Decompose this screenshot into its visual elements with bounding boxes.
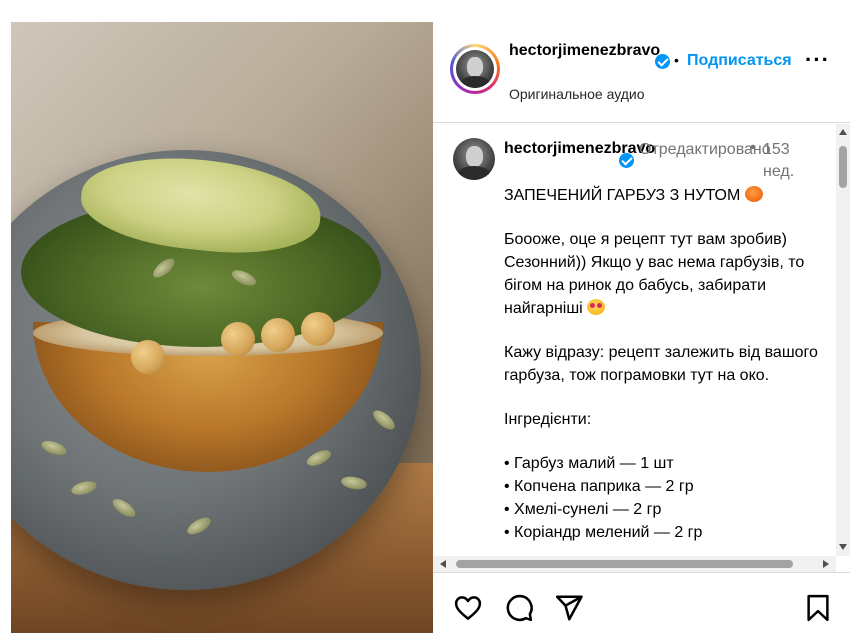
story-ring-gap (453, 47, 497, 91)
story-ring[interactable] (450, 44, 500, 94)
heart-icon[interactable] (453, 593, 483, 623)
scroll-right-arrow-icon[interactable] (823, 560, 829, 568)
caption-gap (504, 207, 824, 228)
horizontal-scroll-thumb[interactable] (456, 560, 793, 568)
ingredient-item: • Копчена паприка — 2 гр (504, 478, 694, 495)
caption-gap (504, 320, 824, 341)
photo-chickpea (261, 318, 295, 352)
avatar[interactable] (456, 50, 494, 88)
caption-paragraph-1: Боооже, оце я рецепт тут вам зробив) Сез… (504, 231, 805, 317)
caption-paragraph-1-line: Боооже, оце я рецепт тут вам зробив) Сез… (504, 228, 824, 320)
photo-chickpea (221, 322, 255, 356)
more-options-icon[interactable]: ··· (805, 49, 831, 71)
photo-chickpea (301, 312, 335, 346)
ingredient-item: • Коріандр мелений — 2 гр (504, 524, 703, 541)
audio-label[interactable]: Оригинальное аудио (509, 86, 645, 102)
ingredient-item: • Хмелі-сунелі — 2 гр (504, 501, 662, 518)
scroll-up-arrow-icon[interactable] (839, 129, 847, 135)
comment-icon[interactable] (504, 593, 534, 623)
caption-title: ЗАПЕЧЕНИЙ ГАРБУЗ З НУТОМ (504, 187, 741, 204)
scroll-left-arrow-icon[interactable] (440, 560, 446, 568)
caption-gap (504, 387, 824, 408)
header-username[interactable]: hectorjimenezbravo (509, 40, 660, 62)
follow-button[interactable]: Подписаться (687, 52, 792, 70)
scroll-down-arrow-icon[interactable] (839, 544, 847, 550)
post-image[interactable] (11, 22, 433, 633)
header-separator: • (674, 52, 679, 68)
verified-badge-icon (619, 153, 634, 168)
caption-username[interactable]: hectorjimenezbravo (504, 138, 655, 160)
ingredients-heading: Інгредієнти: (504, 411, 592, 428)
verified-badge-icon (655, 54, 670, 69)
post-time[interactable]: 153 нед. (763, 139, 799, 183)
post-header: hectorjimenezbravo • Подписаться ··· Ори… (433, 22, 850, 123)
avatar-body (460, 76, 490, 88)
caption-title-line: ЗАПЕЧЕНИЙ ГАРБУЗ З НУТОМ (504, 184, 824, 207)
caption-paragraph-2: Кажу відразу: рецепт залежить від вашого… (504, 344, 818, 384)
caption-gap (504, 431, 824, 452)
vertical-scroll-thumb[interactable] (839, 146, 847, 188)
caption-avatar[interactable] (453, 138, 495, 180)
caption-separator: • (750, 139, 756, 156)
bookmark-icon[interactable] (803, 593, 833, 623)
avatar-face (467, 57, 483, 77)
action-bar (433, 572, 850, 633)
horizontal-scrollbar[interactable] (433, 556, 836, 572)
caption-area: hectorjimenezbravo Отредактировано • 153… (433, 124, 850, 556)
ingredient-item: • Гарбуз малий — 1 шт (504, 455, 674, 472)
avatar-body (458, 166, 490, 180)
heart-eyes-emoji (587, 299, 606, 315)
pumpkin-emoji (744, 186, 763, 202)
edited-label: Отредактировано (639, 141, 771, 158)
share-icon[interactable] (554, 593, 584, 623)
photo-chickpea (131, 340, 165, 374)
vertical-scrollbar[interactable] (836, 124, 850, 556)
caption-text: ЗАПЕЧЕНИЙ ГАРБУЗ З НУТОМ Боооже, оце я р… (504, 184, 824, 544)
avatar-face (466, 146, 483, 167)
